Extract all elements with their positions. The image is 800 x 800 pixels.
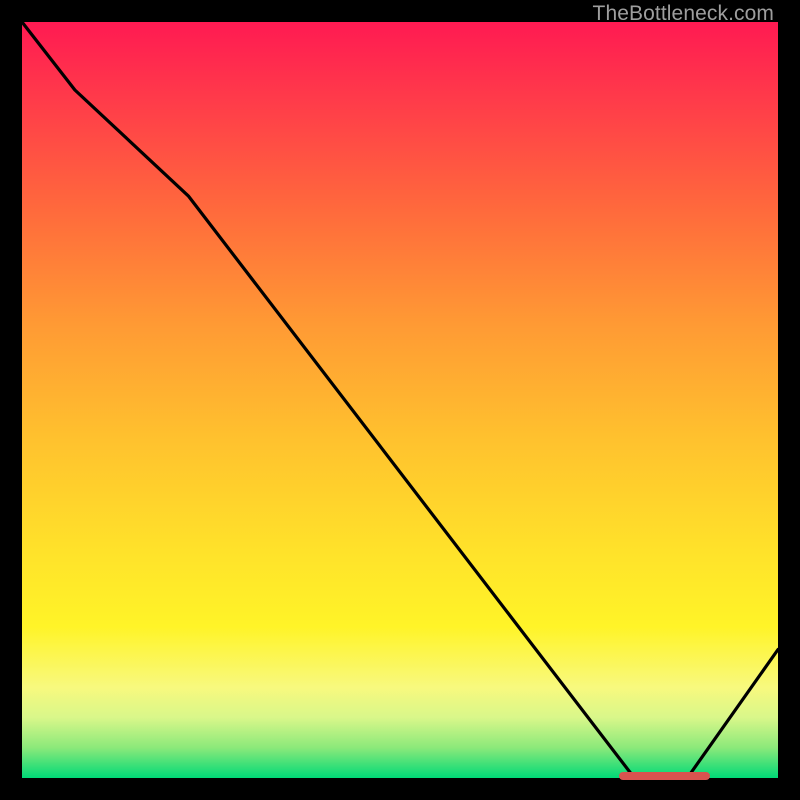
attribution-label: TheBottleneck.com xyxy=(593,2,774,26)
chart-line-svg xyxy=(22,22,778,778)
optimal-range-marker xyxy=(619,772,710,780)
chart-frame xyxy=(22,22,778,778)
chart-line-path xyxy=(22,22,778,778)
